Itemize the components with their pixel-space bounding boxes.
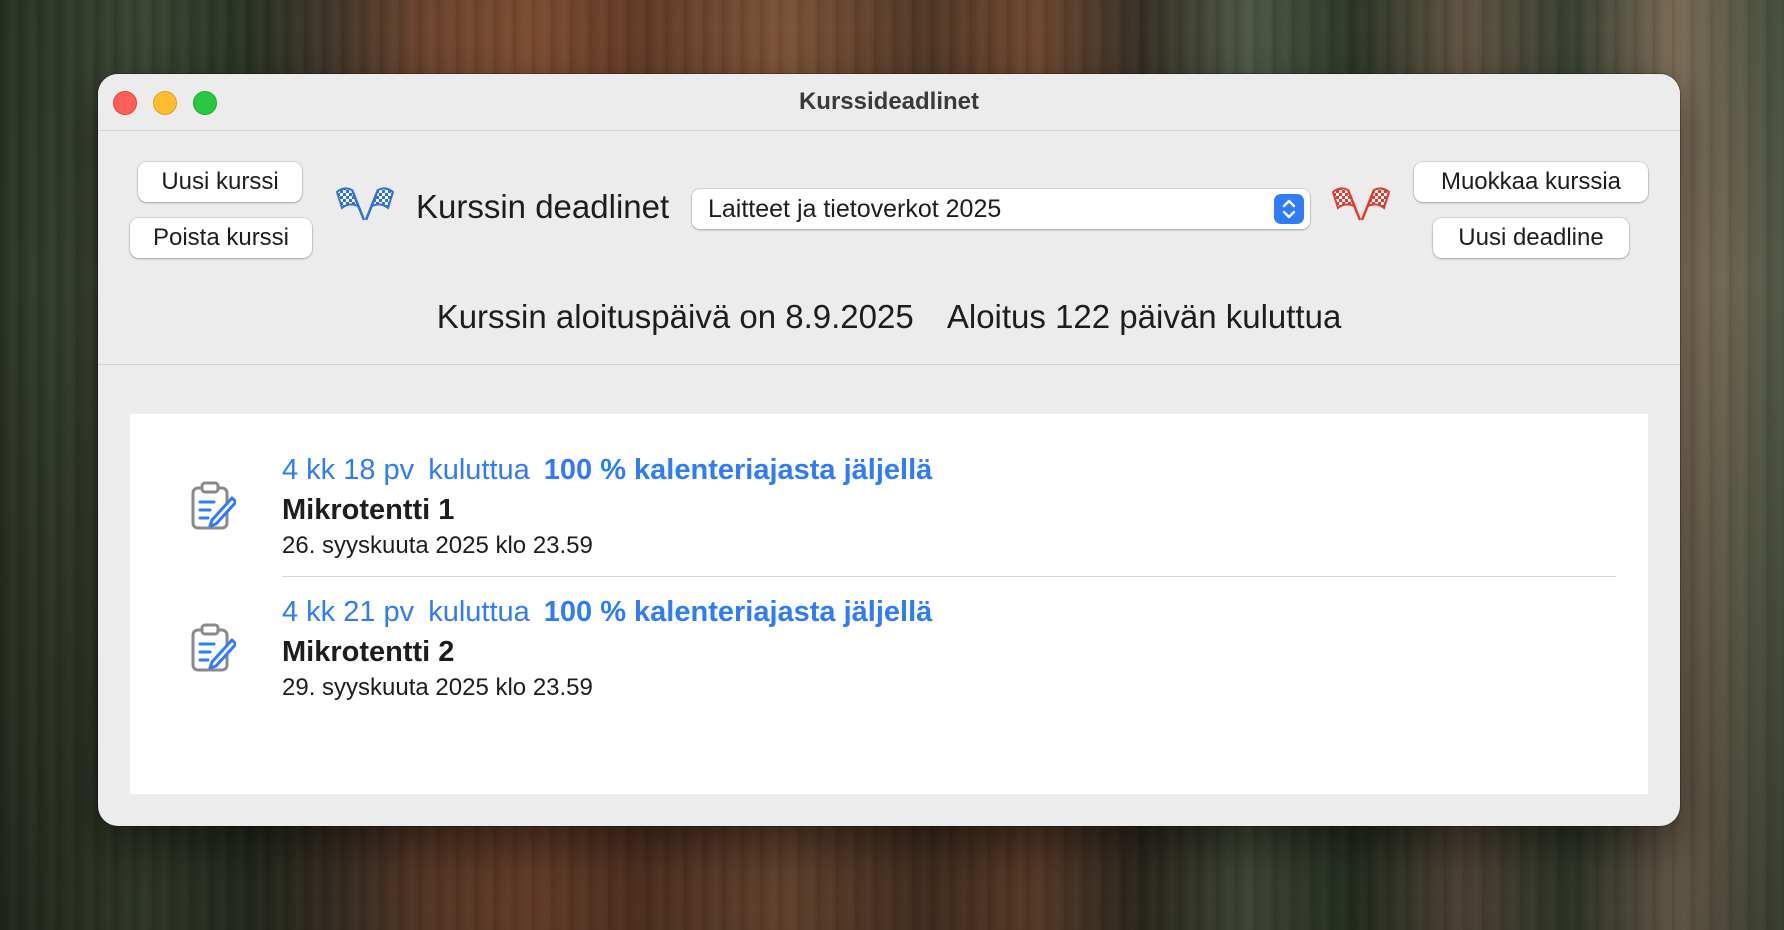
deadline-due-date: 29. syyskuuta 2025 klo 23.59 [282,674,593,701]
app-window: Kurssideadlinet Uusi kurssi Poista kurss… [98,74,1680,826]
time-left-suffix: kuluttua [428,454,530,486]
course-select[interactable]: Laitteet ja tietoverkot 2025 [692,189,1310,229]
time-left-status: 4 kk 18 pv kuluttua 100 % kalenteriajasta … [282,454,932,487]
deadline-name: Mikrotentti 1 [282,494,455,526]
clipboard-edit-icon [191,481,236,530]
edit-course-button[interactable]: Muokkaa kurssia [1414,162,1648,202]
list-item[interactable]: 4 kk 18 pv kuluttua 100 % kalenteriajasta … [130,414,1648,577]
deadline-name: Mikrotentti 2 [282,636,455,668]
course-info: Kurssin aloituspäivä on 8.9.2025 Aloitus… [98,298,1680,336]
new-deadline-button[interactable]: Uusi deadline [1433,218,1629,258]
clipboard-edit-icon [191,623,236,672]
course-start-date: Kurssin aloituspäivä on 8.9.2025 [436,298,914,335]
course-select-value: Laitteet ja tietoverkot 2025 [708,195,1002,223]
list-item[interactable]: 4 kk 21 pv kuluttua 100 % kalenteriajasta … [130,556,1648,701]
title-bar: Kurssideadlinet [98,74,1680,131]
time-left-status: 4 kk 21 pv kuluttua 100 % kalenteriajasta … [282,596,932,629]
checkered-flags-icon-blue [335,187,395,221]
time-left: 4 kk 18 pv [282,454,415,486]
page-heading: Kurssin deadlinet [416,188,670,225]
percent-left: 100 % kalenteriajasta jäljellä [543,596,933,628]
window-title: Kurssideadlinet [798,88,980,115]
time-left: 4 kk 21 pv [282,596,415,628]
chevron-up-down-icon [1274,194,1304,224]
time-left-suffix: kuluttua [428,596,530,628]
course-start-countdown: Aloitus 122 päivän kuluttua [946,298,1342,335]
divider [98,364,1680,365]
delete-course-button[interactable]: Poista kurssi [130,218,312,258]
checkered-flags-icon-red [1331,187,1391,221]
deadline-list[interactable]: 4 kk 18 pv kuluttua 100 % kalenteriajasta … [130,414,1648,794]
new-course-button[interactable]: Uusi kurssi [138,162,302,202]
percent-left: 100 % kalenteriajasta jäljellä [543,454,933,486]
